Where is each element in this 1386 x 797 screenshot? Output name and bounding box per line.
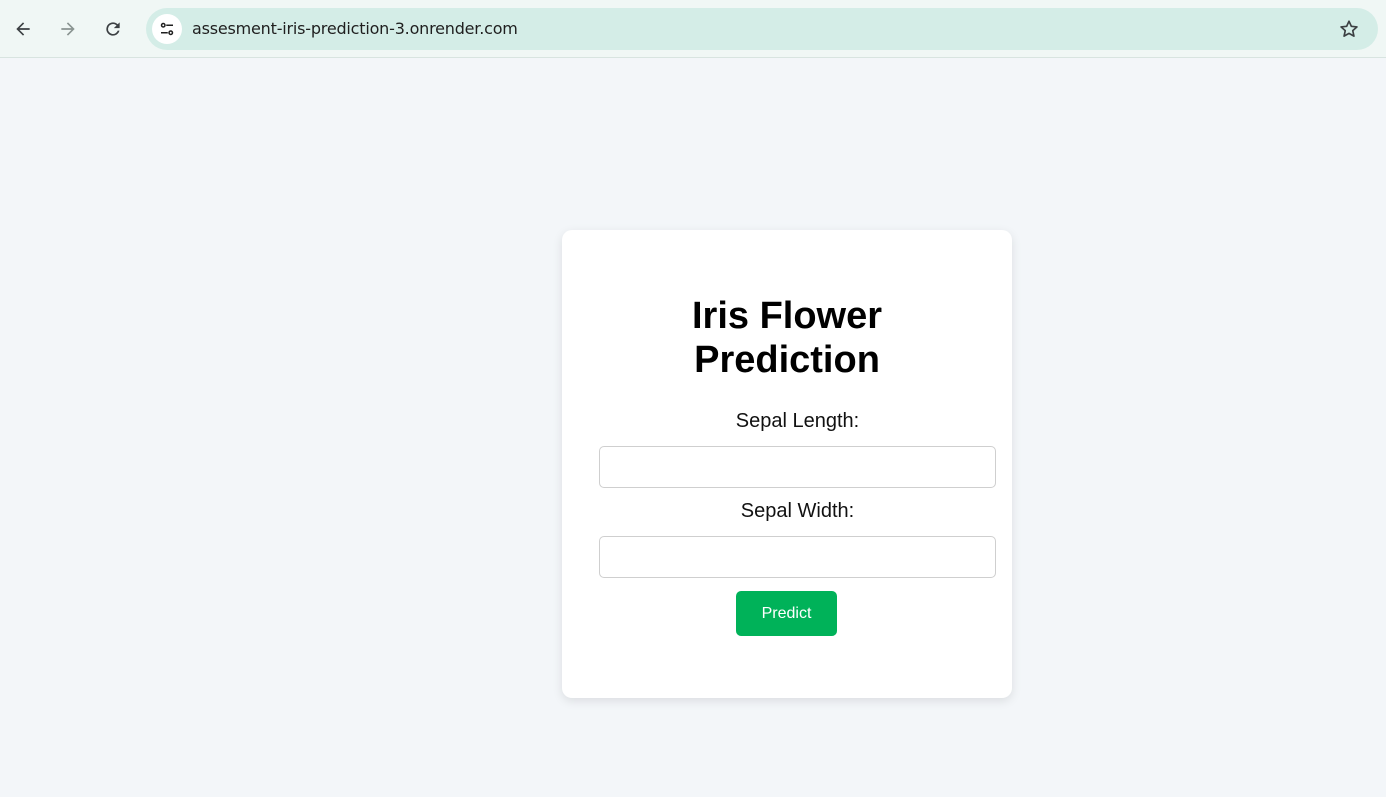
arrow-left-icon [16,22,30,36]
browser-toolbar: assesment-iris-prediction-3.onrender.com [0,0,1386,58]
predict-button[interactable]: Predict [736,591,837,636]
sepal-length-input[interactable] [599,446,996,488]
page-title: Iris Flower Prediction [562,294,1012,382]
star-icon[interactable] [1338,18,1360,40]
sepal-width-label: Sepal Width: [740,500,855,522]
url-text[interactable]: assesment-iris-prediction-3.onrender.com [192,19,518,38]
sepal-width-input[interactable] [599,536,996,578]
title-line-1: Iris Flower [691,295,883,337]
prediction-card: Iris Flower Prediction Sepal Length: Sep… [562,230,1012,698]
forward-button[interactable] [52,13,84,45]
tune-icon [160,22,174,36]
reload-icon [106,22,120,36]
page-content: Iris Flower Prediction Sepal Length: Sep… [0,59,1386,797]
title-line-2: Prediction [694,339,880,381]
reload-button[interactable] [97,13,129,45]
sepal-length-label: Sepal Length: [735,410,860,432]
address-bar[interactable]: assesment-iris-prediction-3.onrender.com [146,8,1378,50]
arrow-right-icon [61,22,75,36]
site-info-button[interactable] [152,14,182,44]
back-button[interactable] [7,13,39,45]
